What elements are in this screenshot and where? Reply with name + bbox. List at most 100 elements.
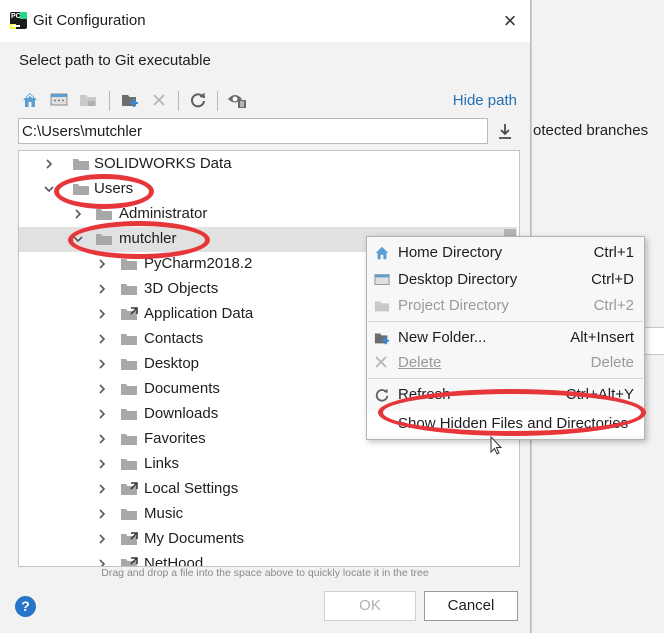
path-input[interactable]: C:\Users\mutchler (18, 118, 488, 144)
tree-item-label: Contacts (144, 330, 204, 347)
folder-icon (73, 184, 89, 195)
menu-item-label: Desktop Directory (398, 271, 518, 288)
folder-icon (121, 284, 137, 295)
help-button[interactable]: ? (15, 596, 36, 617)
chevron-down-icon[interactable] (43, 183, 55, 195)
tree-item[interactable]: Links (19, 452, 517, 477)
chevron-right-icon[interactable] (96, 458, 108, 470)
chevron-right-icon[interactable] (43, 158, 55, 170)
background-protected-branches-label: otected branches (533, 122, 649, 139)
tree-item-label: Downloads (144, 405, 219, 422)
menu-item-shortcut: Ctrl+D (591, 271, 634, 288)
menu-item-show-hidden-files[interactable]: Show Hidden Files and Directories (367, 411, 644, 436)
mouse-cursor-icon (490, 436, 503, 455)
tree-item[interactable]: NetHood (19, 552, 517, 567)
tree-item[interactable]: My Documents (19, 527, 517, 552)
tree-item[interactable]: Users (19, 177, 517, 202)
chevron-right-icon[interactable] (96, 283, 108, 295)
menu-item-new-folder[interactable]: New Folder... Alt+Insert (367, 325, 644, 350)
menu-item-label: Refresh (398, 386, 451, 403)
chevron-right-icon[interactable] (96, 383, 108, 395)
title-bar: PC Git Configuration × (0, 0, 530, 42)
tree-item-label: Desktop (144, 355, 200, 372)
menu-item-shortcut: Delete (590, 354, 634, 371)
tree-item-label: Documents (144, 380, 220, 397)
show-hidden-icon[interactable] (226, 89, 248, 111)
menu-item-delete: Delete Delete (367, 350, 644, 375)
tree-item[interactable]: Music (19, 502, 517, 527)
chevron-right-icon[interactable] (96, 483, 108, 495)
menu-item-shortcut: Ctrl+1 (593, 244, 634, 261)
tree-item-label: Favorites (144, 430, 206, 447)
folder-icon (96, 209, 112, 220)
chevron-right-icon[interactable] (96, 308, 108, 320)
tree-item-label: 3D Objects (144, 280, 219, 297)
menu-item-home-directory[interactable]: Home Directory Ctrl+1 (367, 240, 644, 265)
drag-drop-hint: Drag and drop a file into the space abov… (101, 567, 429, 579)
menu-item-label: Project Directory (398, 297, 509, 314)
menu-item-shortcut: Alt+Insert (570, 329, 634, 346)
tree-item-label: My Documents (144, 530, 245, 547)
delete-icon (148, 89, 170, 111)
home-icon (374, 245, 390, 261)
tree-item-label: Music (144, 505, 184, 522)
folder-icon (96, 234, 112, 245)
menu-item-desktop-directory[interactable]: Desktop Directory Ctrl+D (367, 267, 644, 292)
menu-item-label: New Folder... (398, 329, 487, 346)
chooser-toolbar: Hide path (19, 87, 519, 115)
chevron-right-icon[interactable] (96, 258, 108, 270)
folder-icon (121, 434, 137, 445)
desktop-icon[interactable] (48, 89, 70, 111)
menu-item-label: Delete (398, 354, 442, 371)
tree-item[interactable]: SOLIDWORKS Data (19, 152, 517, 177)
chevron-down-icon[interactable] (72, 233, 84, 245)
folder-icon (121, 409, 137, 420)
desktop-icon (374, 272, 390, 288)
tree-item-label: Administrator (119, 205, 208, 222)
chevron-right-icon[interactable] (96, 333, 108, 345)
tree-item[interactable]: Local Settings (19, 477, 517, 502)
tree-item-label: NetHood (144, 555, 204, 567)
chevron-right-icon[interactable] (96, 533, 108, 545)
menu-item-shortcut: Ctrl+2 (593, 297, 634, 314)
menu-item-label: Show Hidden Files and Directories (398, 415, 629, 432)
hide-path-link[interactable]: Hide path (453, 92, 517, 109)
path-row: C:\Users\mutchler (18, 118, 518, 146)
tree-item[interactable]: Administrator (19, 202, 517, 227)
close-button[interactable]: × (496, 8, 524, 34)
delete-icon (374, 355, 390, 371)
menu-item-project-directory: Project Directory Ctrl+2 (367, 293, 644, 318)
chevron-right-icon[interactable] (72, 208, 84, 220)
home-icon[interactable] (19, 89, 41, 111)
tree-item-label: Links (144, 455, 180, 472)
menu-item-refresh[interactable]: Refresh Ctrl+Alt+Y (367, 382, 644, 407)
chevron-right-icon[interactable] (96, 558, 108, 567)
cancel-button[interactable]: Cancel (424, 591, 518, 621)
menu-item-label: Home Directory (398, 244, 503, 261)
dialog-subtitle: Select path to Git executable (19, 52, 211, 69)
chevron-right-icon[interactable] (96, 408, 108, 420)
refresh-icon[interactable] (187, 89, 209, 111)
tree-item-label: Users (94, 180, 134, 197)
context-menu: Home Directory Ctrl+1 Desktop Directory … (366, 236, 645, 440)
folder-icon (121, 509, 137, 520)
chevron-right-icon[interactable] (96, 433, 108, 445)
folder-shortcut-icon (121, 557, 138, 566)
ok-button[interactable]: OK (324, 591, 416, 621)
folder-shortcut-icon (121, 307, 138, 320)
refresh-icon (374, 387, 390, 403)
new-folder-icon[interactable] (119, 89, 141, 111)
download-icon[interactable] (496, 122, 514, 142)
chevron-right-icon[interactable] (96, 508, 108, 520)
project-icon (374, 298, 390, 314)
tree-item-label: Local Settings (144, 480, 239, 497)
folder-shortcut-icon (121, 482, 138, 495)
folder-shortcut-icon (121, 532, 138, 545)
chevron-right-icon[interactable] (96, 358, 108, 370)
new-folder-icon (374, 330, 390, 346)
dialog-title: Git Configuration (33, 12, 146, 29)
folder-icon (121, 334, 137, 345)
pycharm-icon: PC (10, 12, 27, 29)
project-icon (77, 89, 99, 111)
folder-icon (121, 259, 137, 270)
